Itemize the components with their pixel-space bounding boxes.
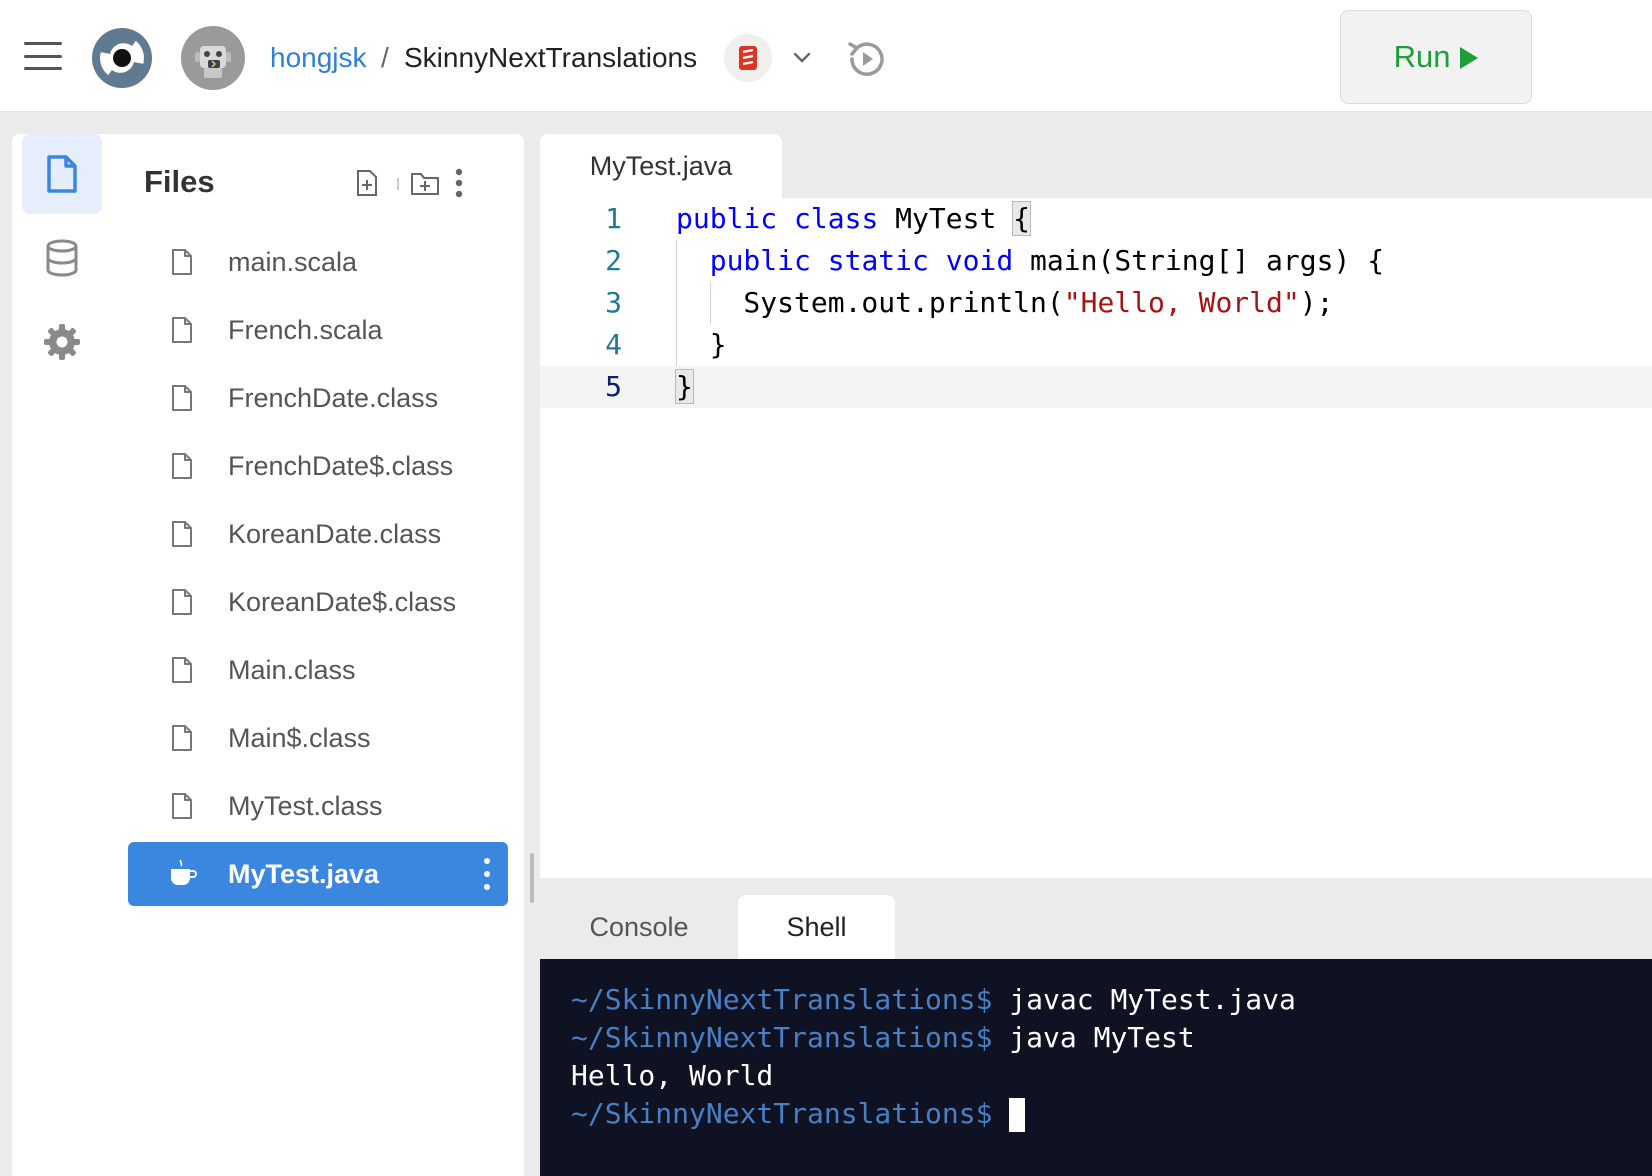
file-item[interactable]: FrenchDate.class xyxy=(128,364,508,432)
file-name: Main.class xyxy=(228,654,356,685)
file-item[interactable]: FrenchDate$.class xyxy=(128,432,508,500)
tab-console[interactable]: Console xyxy=(540,895,738,959)
file-item[interactable]: Main$.class xyxy=(128,704,508,772)
file-icon xyxy=(172,657,192,683)
file-name: main.scala xyxy=(228,246,358,277)
file-icon xyxy=(172,793,192,819)
panel-resize-handle[interactable] xyxy=(530,853,534,903)
line-number: 1 xyxy=(605,202,622,235)
terminal-prompt: ~/SkinnyNextTranslations$ xyxy=(571,1097,993,1130)
settings-tab-button[interactable] xyxy=(22,302,102,382)
robot-avatar-icon xyxy=(195,46,231,78)
code-line: 1 public class MyTest { xyxy=(540,198,1652,240)
play-icon xyxy=(1460,47,1479,69)
file-icon xyxy=(172,521,192,547)
file-icon xyxy=(172,725,192,751)
kebab-menu-icon xyxy=(455,168,463,198)
avatar[interactable] xyxy=(181,26,245,90)
file-icon xyxy=(47,155,77,193)
code-text: System.out.println("Hello, World"); xyxy=(676,286,1334,319)
chevron-down-icon[interactable] xyxy=(788,44,816,72)
code-editor[interactable]: 1 public class MyTest { 2 public static … xyxy=(540,198,1652,878)
line-number: 4 xyxy=(605,328,622,361)
file-item[interactable]: main.scala xyxy=(128,228,508,296)
new-folder-button[interactable] xyxy=(408,166,442,200)
scala-language-icon[interactable] xyxy=(724,34,772,82)
code-text: } xyxy=(676,328,727,361)
java-cup-icon xyxy=(171,859,197,885)
file-item-active[interactable]: MyTest.java xyxy=(128,842,508,906)
terminal-line: ~/SkinnyNextTranslations$ xyxy=(571,1095,1652,1133)
file-item[interactable]: MyTest.class xyxy=(128,772,508,840)
file-name: Main$.class xyxy=(228,722,371,753)
history-icon[interactable] xyxy=(842,36,890,82)
files-panel: Files main.scala French.scala FrenchDate.c… xyxy=(112,134,524,1176)
database-tab-button[interactable] xyxy=(22,218,102,298)
files-panel-title: Files xyxy=(144,164,215,199)
terminal-cursor xyxy=(1009,1098,1026,1132)
terminal-prompt: ~/SkinnyNextTranslations$ xyxy=(571,1021,993,1054)
terminal-line: ~/SkinnyNextTranslations$ java MyTest xyxy=(571,1019,1652,1057)
app-root: hongjsk / SkinnyNextTranslations Run Fil… xyxy=(0,0,1652,1176)
terminal-text: Hello, World xyxy=(571,1059,774,1092)
file-item[interactable]: KoreanDate.class xyxy=(128,500,508,568)
breadcrumb-username[interactable]: hongjsk xyxy=(270,40,367,76)
terminal-text: javac MyTest.java xyxy=(992,983,1296,1016)
file-icon xyxy=(172,317,192,343)
add-folder-icon xyxy=(411,173,439,195)
top-header: hongjsk / SkinnyNextTranslations Run xyxy=(0,0,1652,112)
files-more-button[interactable] xyxy=(442,166,476,200)
breadcrumb-separator: / xyxy=(381,42,389,73)
code-line: 4 } xyxy=(540,324,1652,366)
file-tree: main.scala French.scala FrenchDate.class Fr… xyxy=(128,228,508,906)
code-text: public static void main(String[] args) { xyxy=(709,244,1385,277)
code-line: 3 System.out.println("Hello, World"); xyxy=(540,282,1652,324)
breadcrumb-repl-name[interactable]: SkinnyNextTranslations xyxy=(404,40,697,76)
file-more-button[interactable] xyxy=(482,858,492,890)
line-number: 2 xyxy=(605,244,622,277)
gear-icon xyxy=(44,324,80,360)
database-icon xyxy=(46,239,78,277)
code-text: } xyxy=(675,369,694,404)
file-icon xyxy=(172,453,192,479)
file-icon xyxy=(172,589,192,615)
terminal-text: java MyTest xyxy=(992,1021,1195,1054)
code-text: public class MyTest { xyxy=(676,201,1032,236)
file-name: MyTest.java xyxy=(228,858,380,889)
files-tab-button[interactable] xyxy=(22,134,102,214)
file-item[interactable]: French.scala xyxy=(128,296,508,364)
add-file-icon xyxy=(357,170,377,196)
menu-icon[interactable] xyxy=(24,42,62,70)
tab-shell[interactable]: Shell xyxy=(738,895,895,959)
run-button[interactable]: Run xyxy=(1340,10,1532,104)
bottom-panel-tabs: Console Shell xyxy=(540,895,1652,959)
file-icon xyxy=(172,249,192,275)
file-name: MyTest.class xyxy=(228,790,383,821)
shell-terminal[interactable]: ~/SkinnyNextTranslations$ javac MyTest.j… xyxy=(540,959,1652,1176)
code-line-current: 5 } xyxy=(540,366,1652,408)
file-name: French.scala xyxy=(228,314,383,345)
file-item[interactable]: KoreanDate$.class xyxy=(128,568,508,636)
file-item[interactable]: Main.class xyxy=(128,636,508,704)
run-button-label: Run xyxy=(1393,39,1451,74)
terminal-prompt: ~/SkinnyNextTranslations$ xyxy=(571,983,993,1016)
code-line: 2 public static void main(String[] args)… xyxy=(540,240,1652,282)
line-number: 3 xyxy=(605,286,622,319)
file-icon xyxy=(172,385,192,411)
file-name: KoreanDate$.class xyxy=(228,586,457,617)
editor-tab-mytest-java[interactable]: MyTest.java xyxy=(540,134,782,198)
file-name: KoreanDate.class xyxy=(228,518,442,549)
terminal-line: Hello, World xyxy=(571,1057,1652,1095)
activity-bar xyxy=(12,134,112,1176)
line-number: 5 xyxy=(605,370,622,403)
editor-area: MyTest.java 1 public class MyTest { 2 pu… xyxy=(540,134,1652,878)
terminal-line: ~/SkinnyNextTranslations$ javac MyTest.j… xyxy=(571,981,1652,1019)
file-name: FrenchDate.class xyxy=(228,382,439,413)
new-file-button[interactable] xyxy=(350,166,384,200)
file-name: FrenchDate$.class xyxy=(228,450,454,481)
toolbar-divider xyxy=(397,178,399,190)
replit-logo-icon[interactable] xyxy=(90,26,154,90)
